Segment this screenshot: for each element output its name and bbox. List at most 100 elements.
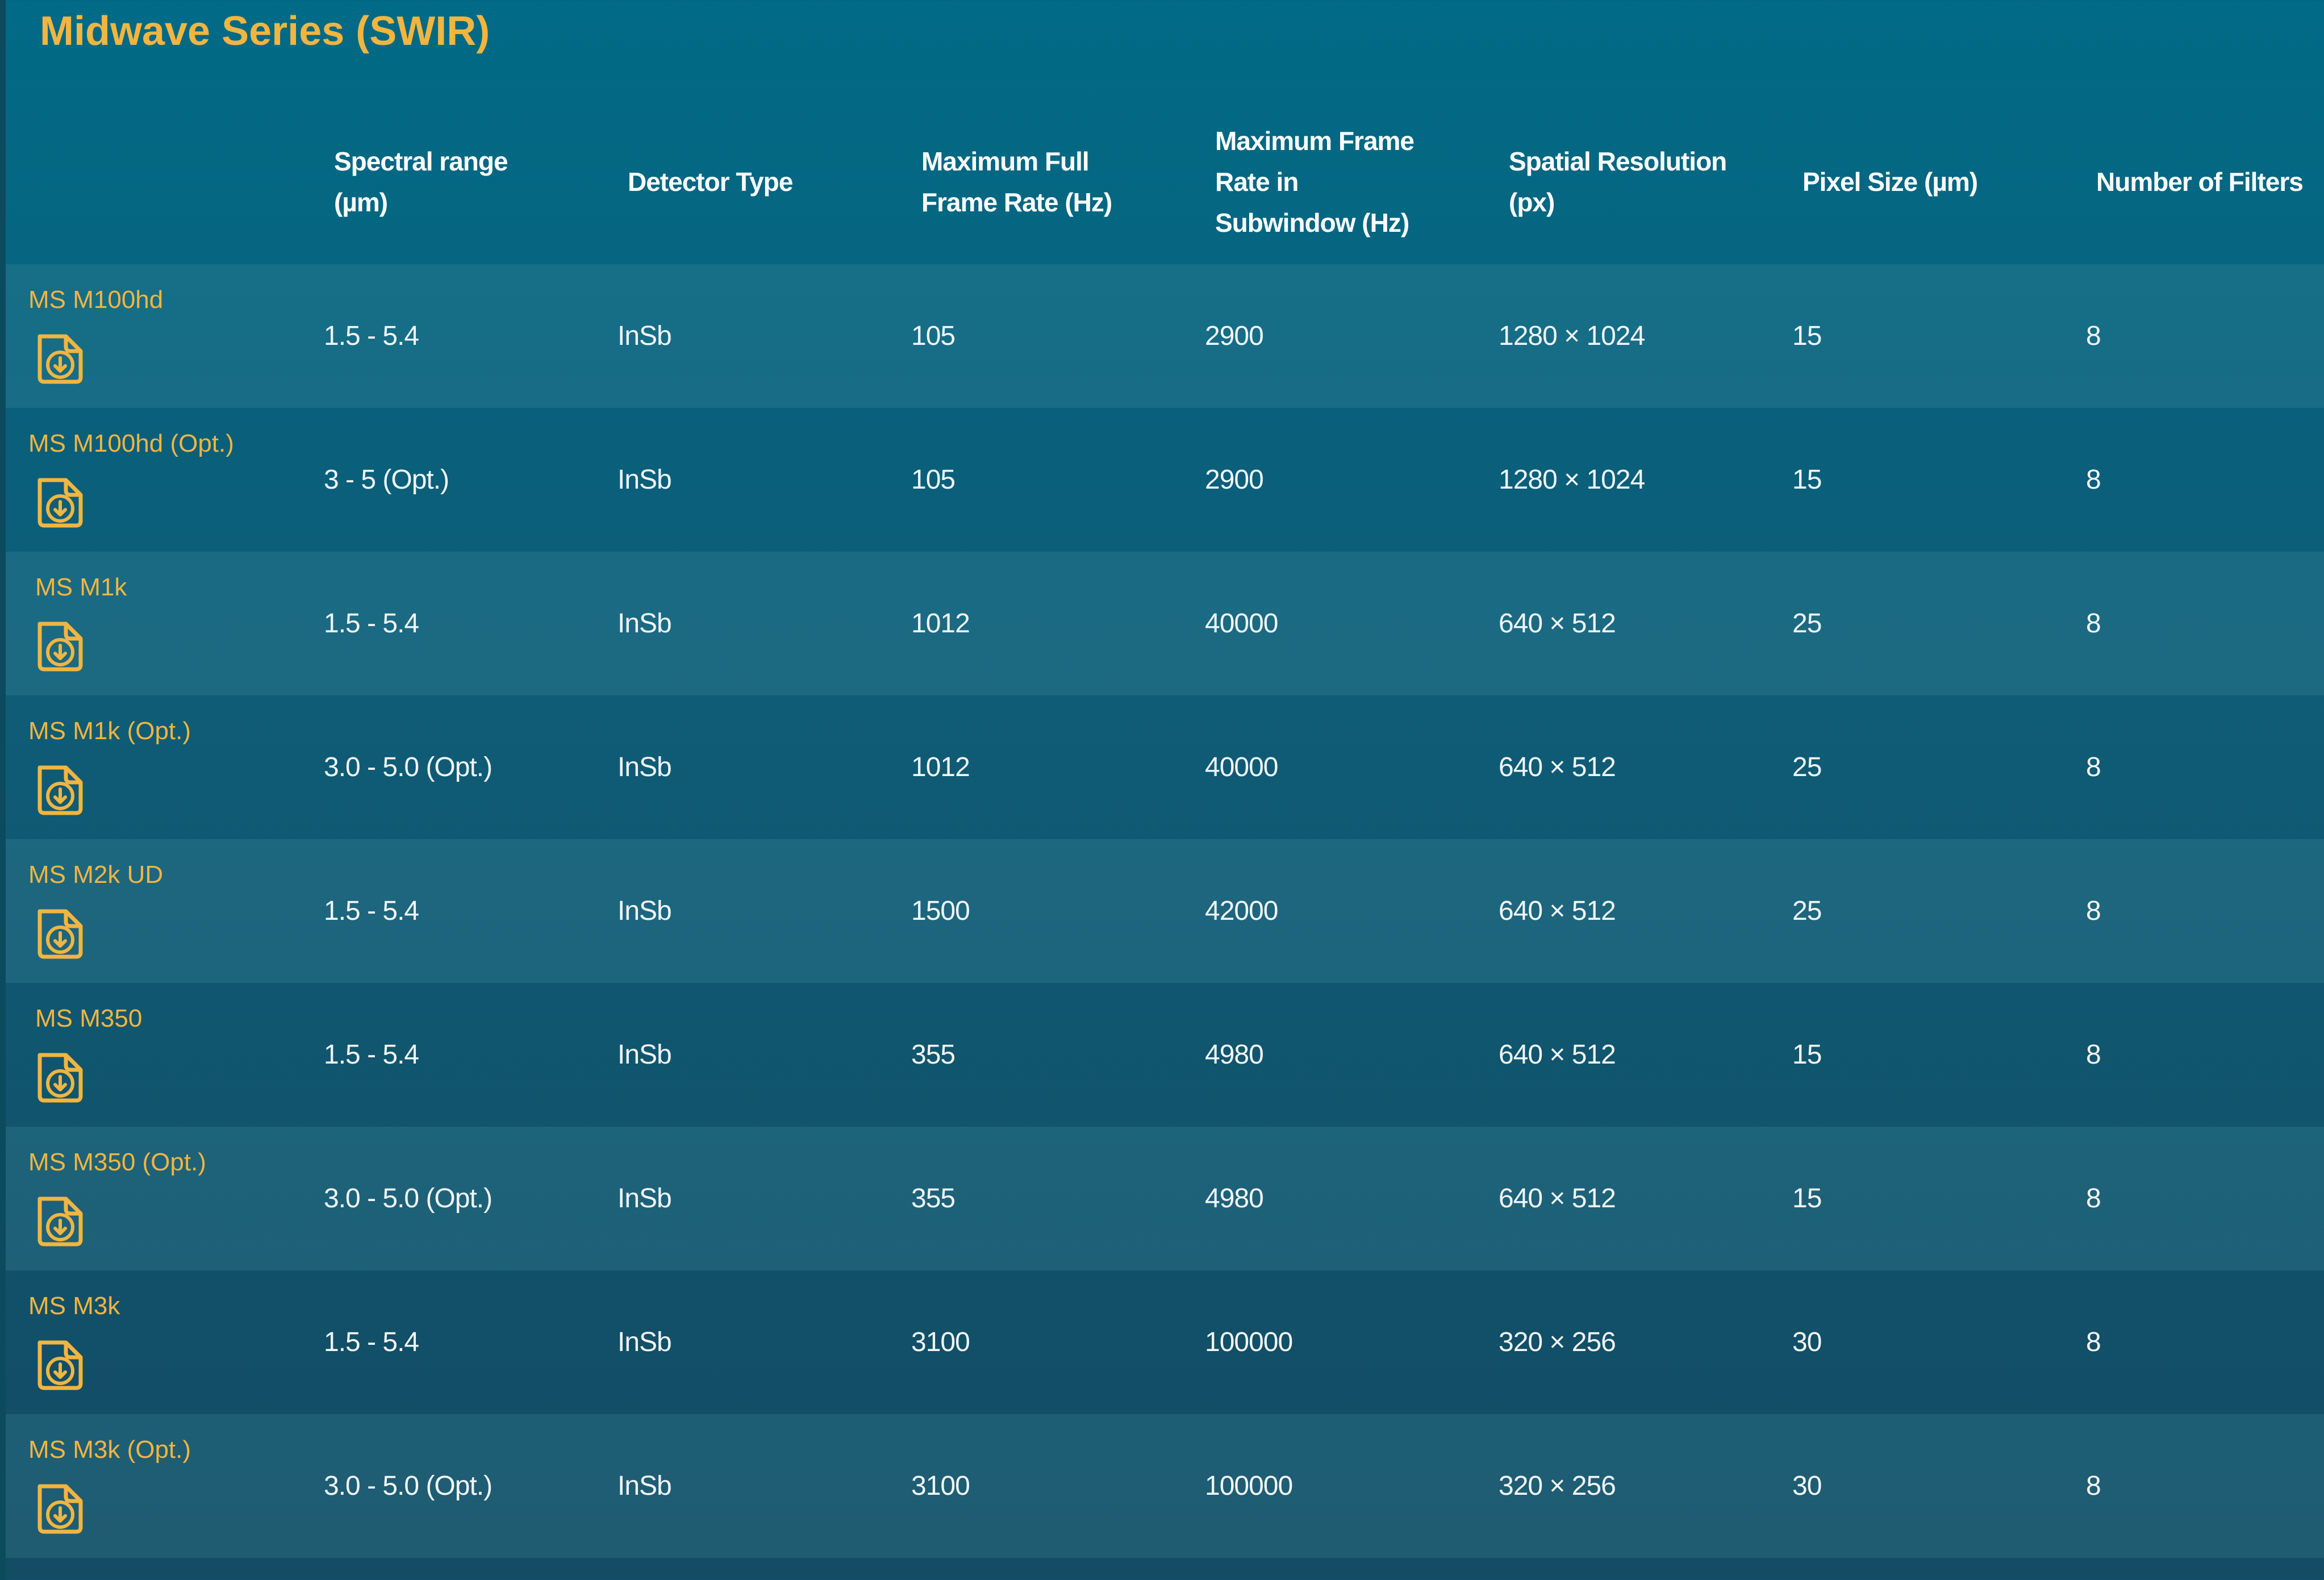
download-document-icon[interactable] <box>31 1048 90 1105</box>
cell-detector-type: InSb <box>617 1183 672 1214</box>
cell-spectral-range: 1.5 - 5.4 <box>324 608 419 639</box>
column-header-pixel-size: Pixel Size (µm) <box>1803 167 1978 197</box>
model-name: MS M350 <box>35 1004 143 1032</box>
cell-max-full-frame-rate: 3100 <box>911 1471 970 1501</box>
cell-pixel-size: 15 <box>1792 1183 1822 1214</box>
model-name: MS M3k (Opt.) <box>28 1436 191 1464</box>
model-name: MS M100hd <box>28 286 164 314</box>
column-header-detector-type: Detector Type <box>628 167 793 197</box>
cell-max-frame-rate-subwindow: 42000 <box>1205 896 1278 926</box>
cell-spatial-resolution: 1280 × 1024 <box>1499 465 1645 495</box>
cell-spectral-range: 1.5 - 5.4 <box>324 321 419 351</box>
cell-number-of-filters: 8 <box>2086 1471 2101 1501</box>
cell-number-of-filters: 8 <box>2086 896 2101 926</box>
column-header-number-of-filters: Number of Filters <box>2096 167 2304 197</box>
model-name: MS M1k (Opt.) <box>28 717 191 745</box>
left-edge-bar <box>0 0 6 1580</box>
table-row: MS M3k 1.5 - 5.4 InSb 3100 100000 320 × 256 30… <box>6 1270 2324 1414</box>
cell-pixel-size: 25 <box>1792 608 1822 639</box>
cell-number-of-filters: 8 <box>2086 608 2101 639</box>
cell-detector-type: InSb <box>617 896 672 926</box>
cell-spatial-resolution: 640 × 512 <box>1499 1040 1616 1070</box>
cell-detector-type: InSb <box>617 1471 672 1501</box>
cell-spectral-range: 1.5 - 5.4 <box>324 1040 419 1070</box>
table-row: MS M1k (Opt.) 3.0 - 5.0 (Opt.) InSb 1012 400… <box>6 695 2324 839</box>
cell-detector-type: InSb <box>617 608 672 639</box>
model-name: MS M3k <box>28 1292 120 1320</box>
table-row: MS M2k UD 1.5 - 5.4 InSb 1500 42000 640 × 512… <box>6 839 2324 983</box>
cell-spectral-range: 3.0 - 5.0 (Opt.) <box>324 1183 493 1214</box>
cell-pixel-size: 15 <box>1792 1040 1822 1070</box>
cell-max-frame-rate-subwindow: 100000 <box>1205 1471 1293 1501</box>
cell-pixel-size: 25 <box>1792 752 1822 782</box>
cell-max-full-frame-rate: 3100 <box>911 1327 970 1357</box>
cell-pixel-size: 25 <box>1792 896 1822 926</box>
cell-detector-type: InSb <box>617 1327 672 1357</box>
cell-max-full-frame-rate: 1012 <box>911 752 970 782</box>
cell-max-full-frame-rate: 105 <box>911 321 956 351</box>
cell-spatial-resolution: 320 × 256 <box>1499 1327 1616 1357</box>
cell-detector-type: InSb <box>617 1040 672 1070</box>
table-row: MS M350 1.5 - 5.4 InSb 355 4980 640 × 512 15 8 <box>6 983 2324 1127</box>
column-header-max-full-frame-rate: Maximum Full Frame Rate (Hz) <box>921 147 1112 217</box>
cell-number-of-filters: 8 <box>2086 1183 2101 1214</box>
table-row: MS M1k 1.5 - 5.4 InSb 1012 40000 640 × 512 25 8 <box>6 552 2324 695</box>
cell-max-frame-rate-subwindow: 100000 <box>1205 1327 1293 1357</box>
model-name: MS M350 (Opt.) <box>28 1148 206 1176</box>
cell-max-frame-rate-subwindow: 2900 <box>1205 321 1264 351</box>
cell-spatial-resolution: 320 × 256 <box>1499 1471 1616 1501</box>
cell-max-full-frame-rate: 1500 <box>911 896 970 926</box>
cell-spectral-range: 1.5 - 5.4 <box>324 896 419 926</box>
cell-max-frame-rate-subwindow: 2900 <box>1205 465 1264 495</box>
column-header-spatial-resolution: Spatial Resolution (px) <box>1509 147 1727 217</box>
cell-spatial-resolution: 640 × 512 <box>1499 896 1616 926</box>
cell-detector-type: InSb <box>617 465 672 495</box>
cell-max-frame-rate-subwindow: 40000 <box>1205 608 1278 639</box>
cell-pixel-size: 15 <box>1792 321 1822 351</box>
cell-spectral-range: 1.5 - 5.4 <box>324 1327 419 1357</box>
cell-max-frame-rate-subwindow: 4980 <box>1205 1040 1264 1070</box>
cell-number-of-filters: 8 <box>2086 1040 2101 1070</box>
cell-max-full-frame-rate: 355 <box>911 1040 956 1070</box>
cell-max-full-frame-rate: 1012 <box>911 608 970 639</box>
cell-max-full-frame-rate: 105 <box>911 465 956 495</box>
column-header-spectral-range: Spectral range (µm) <box>334 147 508 217</box>
cell-pixel-size: 30 <box>1792 1327 1822 1357</box>
table-row: MS M350 (Opt.) 3.0 - 5.0 (Opt.) InSb 355 498… <box>6 1127 2324 1270</box>
download-document-icon[interactable] <box>31 617 90 674</box>
cell-pixel-size: 30 <box>1792 1471 1822 1501</box>
cell-number-of-filters: 8 <box>2086 465 2101 495</box>
column-header-max-frame-rate-subwindow: Maximum Frame Rate in Subwindow (Hz) <box>1215 126 1415 237</box>
cell-number-of-filters: 8 <box>2086 752 2101 782</box>
cell-max-full-frame-rate: 355 <box>911 1183 956 1214</box>
model-name: MS M100hd (Opt.) <box>28 430 234 457</box>
table-row: MS M100hd (Opt.) 3 - 5 (Opt.) InSb 105 2900 1… <box>6 408 2324 552</box>
download-document-icon[interactable] <box>31 761 90 818</box>
model-name: MS M2k UD <box>28 861 164 889</box>
cell-number-of-filters: 8 <box>2086 321 2101 351</box>
cell-max-frame-rate-subwindow: 40000 <box>1205 752 1278 782</box>
cell-spectral-range: 3 - 5 (Opt.) <box>324 465 449 495</box>
cell-pixel-size: 15 <box>1792 465 1822 495</box>
download-document-icon[interactable] <box>31 330 90 386</box>
download-document-icon[interactable] <box>31 1192 90 1249</box>
cell-max-frame-rate-subwindow: 4980 <box>1205 1183 1264 1214</box>
cell-spatial-resolution: 1280 × 1024 <box>1499 321 1645 351</box>
table-header: Spectral range (µm) Detector Type Maximu… <box>6 99 2324 264</box>
cell-spatial-resolution: 640 × 512 <box>1499 608 1616 639</box>
cell-number-of-filters: 8 <box>2086 1327 2101 1357</box>
cell-spectral-range: 3.0 - 5.0 (Opt.) <box>324 1471 493 1501</box>
table-row: MS M100hd 1.5 - 5.4 InSb 105 2900 1280 × 1024… <box>6 264 2324 408</box>
download-document-icon[interactable] <box>31 473 90 530</box>
table-row: MS M3k (Opt.) 3.0 - 5.0 (Opt.) InSb 3100 100… <box>6 1414 2324 1558</box>
cell-detector-type: InSb <box>617 321 672 351</box>
download-document-icon[interactable] <box>31 1336 90 1393</box>
model-name: MS M1k <box>35 573 127 601</box>
cell-spectral-range: 3.0 - 5.0 (Opt.) <box>324 752 493 782</box>
page-title: Midwave Series (SWIR) <box>40 9 490 54</box>
download-document-icon[interactable] <box>31 904 90 961</box>
cell-spatial-resolution: 640 × 512 <box>1499 1183 1616 1214</box>
cell-spatial-resolution: 640 × 512 <box>1499 752 1616 782</box>
cell-detector-type: InSb <box>617 752 672 782</box>
download-document-icon[interactable] <box>31 1479 90 1536</box>
